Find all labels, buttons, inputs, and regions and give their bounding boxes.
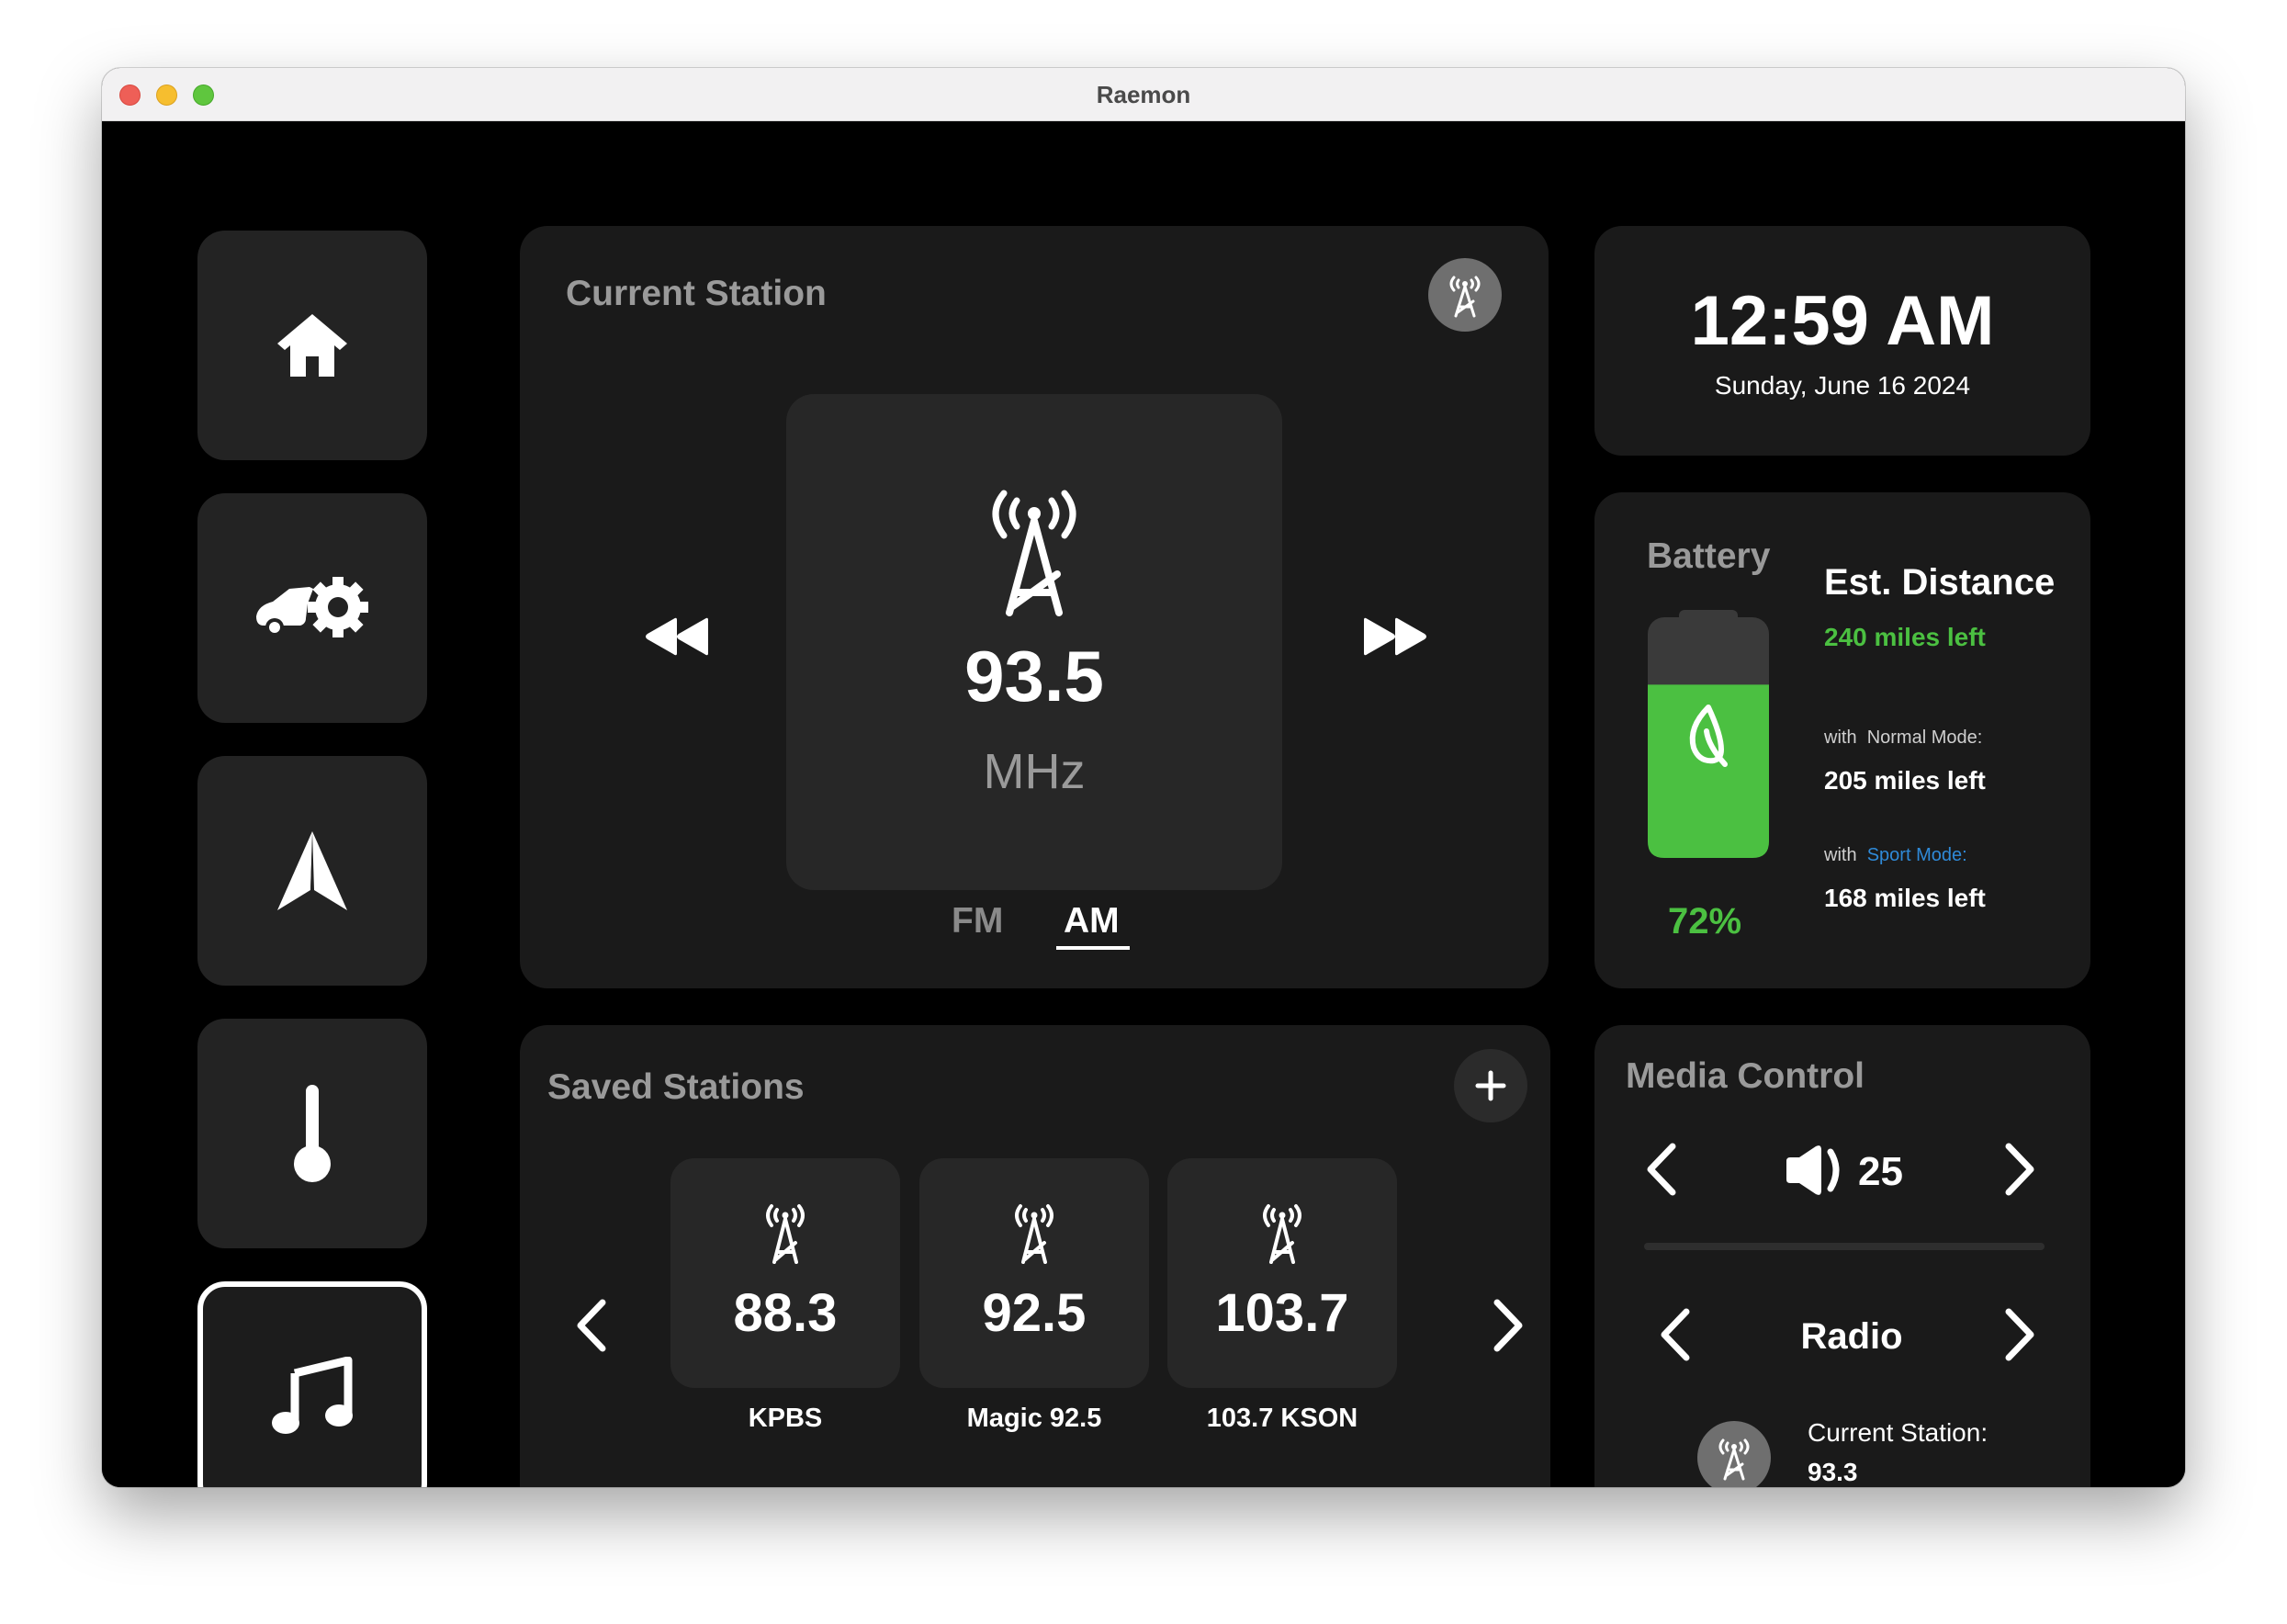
add-station-button[interactable] <box>1454 1049 1527 1122</box>
est-distance-value: 240 miles left <box>1824 623 1986 651</box>
media-control-card: Media Control 25 Radio Current Station: … <box>1594 1025 2090 1487</box>
saved-station-frequency: 92.5 <box>982 1283 1087 1343</box>
home-icon <box>277 314 347 377</box>
nav-car-settings-button[interactable] <box>197 493 427 723</box>
saved-station-tile[interactable]: 92.5 <box>919 1158 1149 1388</box>
normal-mode-prefix: with <box>1824 727 1857 748</box>
band-am-tab[interactable]: AM <box>1064 901 1120 942</box>
radio-tower-icon <box>766 1204 805 1264</box>
current-station-badge[interactable] <box>1428 258 1502 332</box>
car-gear-icon <box>256 577 368 637</box>
media-control-title: Media Control <box>1626 1056 1865 1096</box>
sport-mode-label: with Sport Mode: <box>1824 845 1967 866</box>
clock-time: 12:59 AM <box>1690 282 1995 360</box>
battery-gauge <box>1648 610 1769 858</box>
navigation-arrow-icon <box>277 831 347 910</box>
selected-band-underline <box>1056 946 1130 950</box>
sport-mode-prefix: with <box>1824 845 1857 865</box>
media-current-station-value: 93.3 <box>1808 1458 1858 1486</box>
radio-tower-icon <box>1449 276 1481 318</box>
current-station-title: Current Station <box>566 274 827 313</box>
sport-mode-name: Sport Mode: <box>1866 845 1967 865</box>
saved-prev-icon[interactable] <box>575 1299 608 1352</box>
volume-down-icon[interactable] <box>1645 1143 1678 1196</box>
dashboard: Current Station 93.5 MHz FM AM Saved Sta… <box>102 121 2185 1487</box>
station-display: 93.5 MHz <box>786 394 1282 890</box>
current-station-card: Current Station 93.5 MHz FM AM <box>520 226 1549 988</box>
volume-up-icon[interactable] <box>2003 1143 2036 1196</box>
saved-station-frequency: 88.3 <box>733 1283 838 1343</box>
sport-mode-miles: 168 miles left <box>1824 884 1986 912</box>
speaker-icon <box>1786 1145 1840 1195</box>
music-note-icon <box>272 1357 353 1434</box>
est-distance-title: Est. Distance <box>1824 562 2056 603</box>
frequency-unit: MHz <box>983 744 1086 799</box>
saved-station-name: Magic 92.5 <box>966 1404 1102 1433</box>
saved-stations-title: Saved Stations <box>547 1067 805 1107</box>
battery-card: Battery 72% Est. Distance 240 miles left… <box>1594 492 2090 988</box>
title-bar: Raemon <box>102 68 2185 121</box>
media-station-badge <box>1697 1421 1771 1487</box>
radio-tower-icon <box>1718 1438 1750 1481</box>
clock-card: 12:59 AM Sunday, June 16 2024 <box>1594 226 2090 456</box>
nav-navigation-button[interactable] <box>197 756 427 986</box>
plus-icon <box>1475 1070 1506 1101</box>
band-fm-tab[interactable]: FM <box>952 901 1003 942</box>
volume-value: 25 <box>1858 1149 1903 1194</box>
saved-station-tile[interactable]: 88.3 <box>670 1158 900 1388</box>
saved-next-icon[interactable] <box>1492 1299 1525 1352</box>
thermometer-icon <box>294 1085 331 1182</box>
saved-stations-card: Saved Stations 88.3 KPBS 92.5 Magic 92.5… <box>520 1025 1550 1487</box>
normal-mode-label: with Normal Mode: <box>1824 727 1982 749</box>
saved-station-name: KPBS <box>748 1404 823 1433</box>
nav-home-button[interactable] <box>197 231 427 460</box>
saved-station-tile[interactable]: 103.7 <box>1167 1158 1397 1388</box>
radio-tower-icon <box>1263 1204 1301 1264</box>
radio-tower-icon <box>1015 1204 1053 1264</box>
normal-mode-miles: 205 miles left <box>1824 766 1986 795</box>
saved-station-name: 103.7 KSON <box>1206 1404 1358 1433</box>
radio-tower-icon <box>992 490 1076 616</box>
media-current-station-label: Current Station: <box>1808 1418 1988 1447</box>
nav-climate-button[interactable] <box>197 1019 427 1248</box>
battery-percent: 72% <box>1668 901 1742 942</box>
current-frequency: 93.5 <box>964 636 1104 716</box>
app-window: Raemon Current Station 93.5 MHz FM AM Sa… <box>102 68 2185 1487</box>
fast-forward-icon[interactable] <box>1362 616 1428 657</box>
source-next-icon[interactable] <box>2003 1308 2036 1361</box>
window-title: Raemon <box>1096 81 1191 108</box>
normal-mode-name: Normal Mode: <box>1866 727 1983 748</box>
media-divider <box>1644 1243 2045 1250</box>
nav-music-button[interactable] <box>197 1281 427 1487</box>
rewind-icon[interactable] <box>644 616 710 657</box>
battery-title: Battery <box>1647 536 1771 576</box>
clock-date: Sunday, June 16 2024 <box>1714 371 1971 400</box>
saved-station-frequency: 103.7 <box>1215 1283 1349 1343</box>
